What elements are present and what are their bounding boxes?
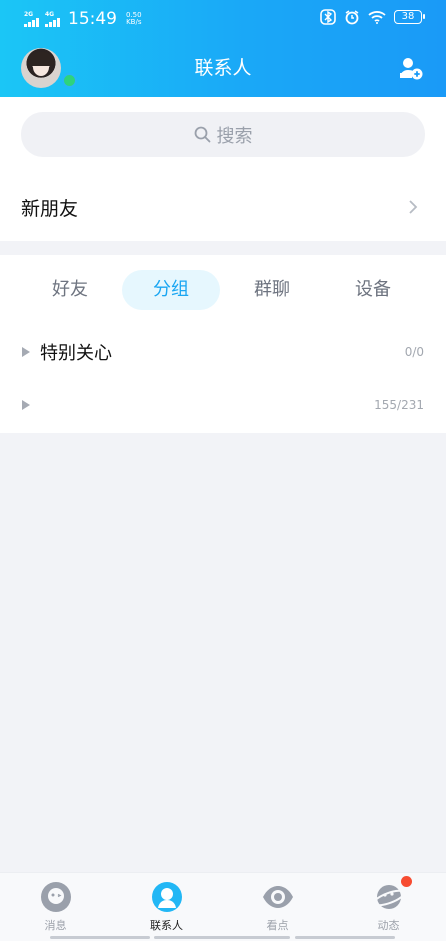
contacts-icon: [151, 882, 182, 912]
group-count: 0/0: [404, 345, 424, 359]
tab-groups[interactable]: 分组: [122, 270, 220, 310]
search-placeholder: 搜索: [216, 125, 253, 147]
battery-level: 38: [401, 11, 415, 22]
clock: 15:49: [68, 9, 117, 29]
gesture-bar-segment: [154, 936, 290, 939]
signal-bars-icon: [45, 17, 60, 27]
network-speed: 0.50 KB/s: [126, 12, 142, 26]
nav-label: 看点: [266, 919, 289, 932]
top-bar: 2G 4G 15:49 0.50 KB/s 38 联系人: [0, 0, 446, 97]
nav-label: 动态: [377, 919, 400, 932]
group-count: 155/231: [374, 398, 424, 412]
add-contact-icon[interactable]: [399, 56, 423, 80]
expand-triangle-icon: [22, 400, 30, 410]
status-right: 38: [320, 9, 425, 25]
signal-2g: 2G: [24, 11, 39, 27]
tab-friends[interactable]: 好友: [22, 270, 118, 310]
gesture-bar-segment: [295, 936, 395, 939]
nav-messages[interactable]: 消息: [0, 873, 111, 941]
new-friends-row[interactable]: 新朋友: [0, 177, 446, 237]
bluetooth-icon: [320, 9, 336, 25]
search-and-new-friends: 搜索 新朋友: [0, 97, 446, 241]
chevron-right-icon: [409, 200, 418, 214]
eye-icon: [262, 886, 293, 908]
group-row-unnamed[interactable]: 155/231: [0, 383, 446, 427]
page-title: 联系人: [194, 57, 252, 79]
new-friends-label: 新朋友: [21, 197, 79, 220]
bottom-nav: 消息 联系人 看点 动态: [0, 872, 446, 941]
signal-bars-icon: [24, 17, 39, 27]
battery-icon: 38: [394, 10, 425, 24]
nav-bar: 联系人: [0, 34, 446, 97]
planet-icon: [372, 885, 405, 909]
contact-tabs: 好友 分组 群聊 设备: [0, 270, 446, 310]
app-root: 2G 4G 15:49 0.50 KB/s 38 联系人 搜索 新朋友 好友 分…: [0, 0, 446, 941]
wifi-icon: [368, 11, 386, 24]
signal-4g: 4G: [45, 11, 60, 27]
expand-triangle-icon: [22, 347, 30, 357]
alarm-icon: [345, 10, 359, 25]
tab-devices[interactable]: 设备: [325, 270, 421, 310]
search-icon: [194, 126, 210, 143]
contacts-panel: 好友 分组 群聊 设备 特别关心 0/0 155/231: [0, 255, 446, 433]
notification-badge: [401, 876, 412, 887]
nav-label: 联系人: [150, 919, 183, 932]
message-icon: [40, 882, 71, 912]
nav-watch[interactable]: 看点: [222, 873, 333, 941]
group-name: 特别关心: [40, 343, 112, 364]
speed-unit: KB/s: [126, 18, 142, 26]
nav-label: 消息: [44, 919, 67, 932]
gesture-bar-segment: [50, 936, 150, 939]
nav-feed[interactable]: 动态: [333, 873, 444, 941]
group-row-special[interactable]: 特别关心 0/0: [0, 330, 446, 374]
status-left: 2G 4G 15:49 0.50 KB/s: [24, 9, 142, 29]
nav-contacts[interactable]: 联系人: [111, 873, 222, 941]
tab-group-chats[interactable]: 群聊: [224, 270, 320, 310]
status-bar: 2G 4G 15:49 0.50 KB/s 38: [0, 0, 446, 34]
search-bar[interactable]: 搜索: [21, 112, 425, 157]
